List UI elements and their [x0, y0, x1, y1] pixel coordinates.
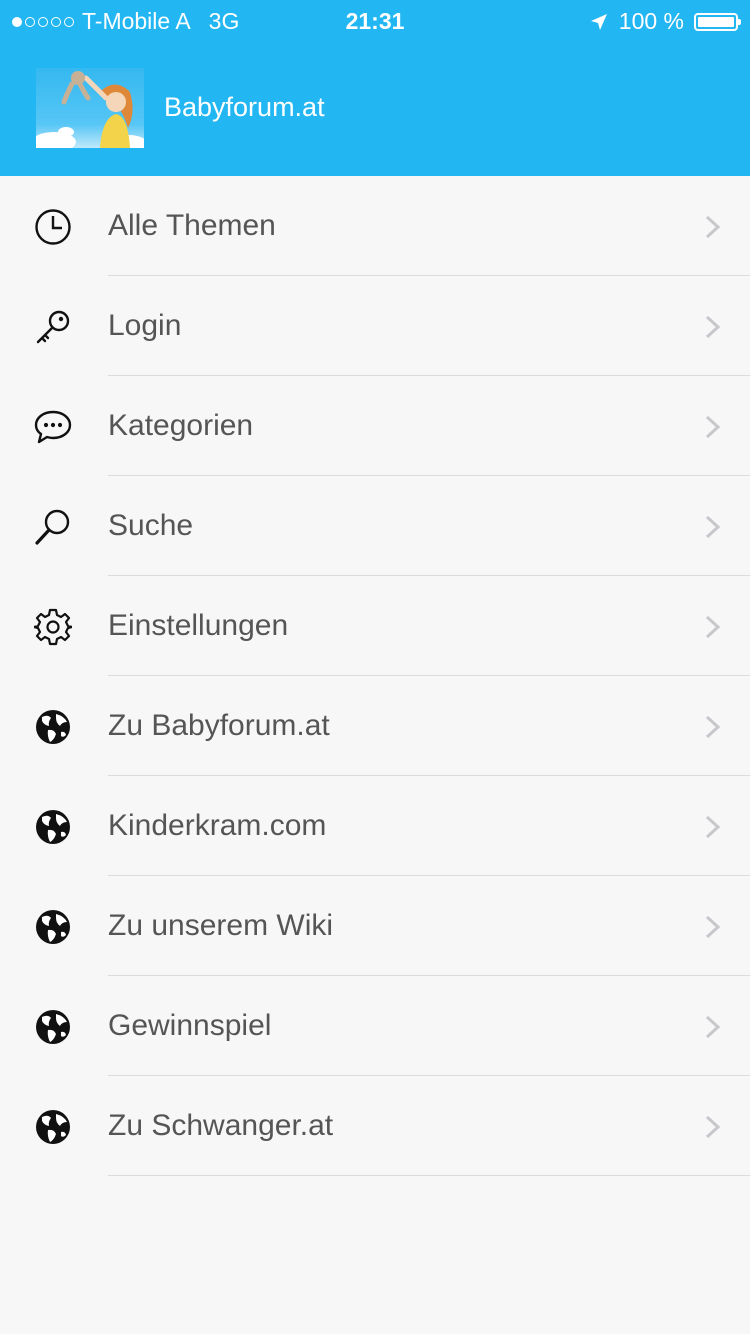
chevron-right-icon — [705, 515, 721, 539]
chevron-right-icon — [705, 315, 721, 339]
battery-icon — [694, 12, 741, 31]
divider — [108, 1175, 750, 1176]
menu-item-zu-babyforum[interactable]: Zu Babyforum.at — [0, 676, 750, 776]
chevron-right-icon — [705, 915, 721, 939]
globe-icon — [36, 910, 70, 944]
main-menu: Alle Themen Login Kategorien Suche Einst… — [0, 176, 750, 1176]
menu-item-suche[interactable]: Suche — [0, 476, 750, 576]
menu-item-gewinnspiel[interactable]: Gewinnspiel — [0, 976, 750, 1076]
menu-item-kategorien[interactable]: Kategorien — [0, 376, 750, 476]
location-arrow-icon — [590, 13, 607, 30]
app-header: T-Mobile A 3G 21:31 100 % Babyforum.at — [0, 0, 750, 176]
menu-item-wiki[interactable]: Zu unserem Wiki — [0, 876, 750, 976]
header-title: Babyforum.at — [164, 92, 325, 122]
chat-bubble-icon — [34, 410, 72, 444]
key-icon — [36, 310, 70, 344]
menu-item-label: Einstellungen — [108, 609, 289, 642]
chevron-right-icon — [705, 215, 721, 239]
globe-icon — [36, 1110, 70, 1144]
chevron-right-icon — [705, 1015, 721, 1039]
menu-item-login[interactable]: Login — [0, 276, 750, 376]
menu-item-label: Alle Themen — [108, 209, 276, 242]
status-bar: T-Mobile A 3G 21:31 100 % — [0, 0, 750, 40]
menu-item-label: Zu unserem Wiki — [108, 909, 334, 942]
chevron-right-icon — [705, 1115, 721, 1139]
menu-item-schwanger[interactable]: Zu Schwanger.at — [0, 1076, 750, 1176]
menu-item-label: Gewinnspiel — [108, 1009, 272, 1042]
clock-icon — [35, 209, 71, 245]
menu-item-label: Zu Schwanger.at — [108, 1109, 334, 1142]
globe-icon — [36, 810, 70, 844]
app-logo — [36, 68, 144, 148]
menu-item-label: Kategorien — [108, 409, 254, 442]
chevron-right-icon — [705, 715, 721, 739]
menu-item-label: Zu Babyforum.at — [108, 709, 330, 742]
menu-item-alle-themen[interactable]: Alle Themen — [0, 176, 750, 276]
menu-item-label: Suche — [108, 509, 194, 542]
chevron-right-icon — [705, 415, 721, 439]
status-right: 100 % — [589, 8, 741, 35]
menu-item-kinderkram[interactable]: Kinderkram.com — [0, 776, 750, 876]
chevron-right-icon — [705, 615, 721, 639]
chevron-right-icon — [705, 815, 721, 839]
search-icon — [35, 509, 70, 545]
menu-item-label: Login — [108, 309, 182, 342]
battery-percent: 100 % — [618, 8, 684, 34]
menu-item-label: Kinderkram.com — [108, 809, 327, 842]
gear-icon — [34, 608, 72, 646]
globe-icon — [36, 1010, 70, 1044]
globe-icon — [36, 710, 70, 744]
menu-item-einstellungen[interactable]: Einstellungen — [0, 576, 750, 676]
